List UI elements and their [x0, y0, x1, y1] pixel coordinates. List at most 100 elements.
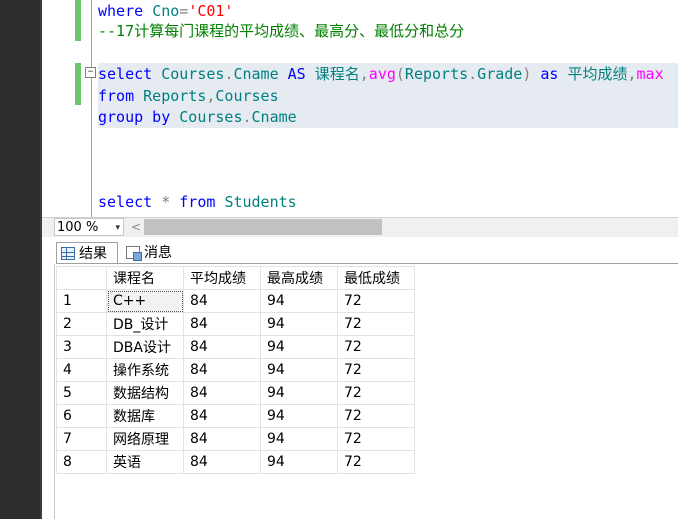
- code-token: 'C01': [188, 2, 234, 20]
- table-cell[interactable]: 94: [260, 358, 338, 382]
- code-line[interactable]: group by Courses.Cname: [98, 106, 678, 128]
- table-cell[interactable]: 72: [337, 450, 415, 474]
- table-row[interactable]: 4 操作系统 84 94 72: [56, 358, 415, 382]
- column-header[interactable]: 最高成绩: [260, 266, 338, 290]
- column-header[interactable]: 平均成绩: [183, 266, 261, 290]
- table-row[interactable]: 6 数据库 84 94 72: [56, 404, 415, 428]
- table-cell[interactable]: 72: [337, 335, 415, 359]
- code-token: Courses: [179, 108, 243, 126]
- scroll-left-icon[interactable]: <: [130, 219, 142, 235]
- table-row[interactable]: 1 C++ 84 94 72: [56, 289, 415, 313]
- row-number-cell[interactable]: 5: [56, 381, 107, 405]
- table-row[interactable]: 8 英语 84 94 72: [56, 450, 415, 474]
- table-cell[interactable]: 94: [260, 335, 338, 359]
- code-token: where: [98, 2, 153, 20]
- code-line[interactable]: select * from Students: [98, 191, 297, 213]
- table-cell[interactable]: 84: [183, 312, 261, 336]
- change-indicator-bar: [75, 63, 81, 105]
- table-cell[interactable]: 94: [260, 381, 338, 405]
- table-cell[interactable]: 84: [183, 335, 261, 359]
- code-token: ,: [359, 65, 369, 83]
- code-token: Cname: [233, 65, 288, 83]
- zoom-value: 100 %: [57, 220, 99, 235]
- table-row[interactable]: 5 数据结构 84 94 72: [56, 381, 415, 405]
- table-cell[interactable]: 84: [183, 427, 261, 451]
- row-number-cell[interactable]: 8: [56, 450, 107, 474]
- code-token: .: [468, 65, 478, 83]
- code-token: select: [98, 65, 162, 83]
- row-number-cell[interactable]: 3: [56, 335, 107, 359]
- table-cell[interactable]: 94: [260, 427, 338, 451]
- code-token: Courses: [215, 87, 288, 105]
- table-row[interactable]: 3 DBA设计 84 94 72: [56, 335, 415, 359]
- table-cell[interactable]: 72: [337, 289, 415, 313]
- column-header[interactable]: 课程名: [106, 266, 184, 290]
- grid-icon: [61, 247, 75, 260]
- table-cell[interactable]: 英语: [106, 450, 184, 474]
- table-cell[interactable]: DBA设计: [106, 335, 184, 359]
- table-cell[interactable]: DB_设计: [106, 312, 184, 336]
- results-grid[interactable]: 课程名 平均成绩 最高成绩 最低成绩 1 C++ 84 94 72 2 DB_设计 84 94 7…: [56, 266, 415, 474]
- column-header[interactable]: 最低成绩: [337, 266, 415, 290]
- code-token: as: [540, 65, 568, 83]
- table-cell[interactable]: 84: [183, 289, 261, 313]
- change-indicator-bar: [75, 0, 81, 41]
- table-row[interactable]: 2 DB_设计 84 94 72: [56, 312, 415, 336]
- code-token: 课程名: [314, 65, 360, 83]
- code-line[interactable]: where Cno='C01': [98, 0, 233, 22]
- table-cell[interactable]: 84: [183, 381, 261, 405]
- code-line[interactable]: select Courses.Cname AS 课程名,avg(Reports.…: [98, 63, 678, 85]
- table-cell[interactable]: 72: [337, 312, 415, 336]
- row-number-cell[interactable]: 4: [56, 358, 107, 382]
- table-cell[interactable]: 72: [337, 427, 415, 451]
- left-dark-panel: [0, 0, 40, 519]
- zoom-dropdown[interactable]: 100 % ▾: [54, 218, 124, 236]
- row-number-cell[interactable]: 6: [56, 404, 107, 428]
- code-token: --17计算每门课程的平均成绩、最高分、最低分和总分: [98, 22, 465, 40]
- code-token: max: [636, 65, 664, 83]
- tab-messages[interactable]: 消息: [122, 242, 184, 264]
- code-token: Reports: [404, 65, 469, 83]
- table-cell[interactable]: 84: [183, 358, 261, 382]
- code-token: AS: [287, 65, 315, 83]
- table-cell[interactable]: 72: [337, 404, 415, 428]
- table-cell[interactable]: 94: [260, 404, 338, 428]
- code-token: ,: [627, 65, 637, 83]
- table-cell[interactable]: 数据结构: [106, 381, 184, 405]
- editor-gutter: [42, 0, 75, 217]
- code-token: (: [395, 65, 405, 83]
- window-left-strip: [0, 0, 42, 519]
- table-cell[interactable]: 84: [183, 404, 261, 428]
- code-token: avg: [368, 65, 396, 83]
- table-cell[interactable]: 94: [260, 312, 338, 336]
- code-token: Grade: [477, 65, 523, 83]
- collapse-toggle-icon[interactable]: −: [85, 67, 96, 78]
- table-cell[interactable]: 数据库: [106, 404, 184, 428]
- code-line[interactable]: from Reports,Courses: [98, 85, 678, 107]
- code-line[interactable]: --17计算每门课程的平均成绩、最高分、最低分和总分: [98, 20, 464, 42]
- table-cell[interactable]: 94: [260, 289, 338, 313]
- table-cell[interactable]: 72: [337, 381, 415, 405]
- code-token: Students: [224, 193, 297, 211]
- row-number-header: [56, 266, 107, 290]
- chevron-down-icon: ▾: [115, 223, 120, 233]
- row-number-cell[interactable]: 7: [56, 427, 107, 451]
- row-number-cell[interactable]: 1: [56, 289, 107, 313]
- tabs-divider: [56, 263, 678, 264]
- tab-results[interactable]: 结果: [56, 242, 118, 264]
- code-token: =: [179, 2, 189, 20]
- table-cell[interactable]: 72: [337, 358, 415, 382]
- row-number-cell[interactable]: 2: [56, 312, 107, 336]
- table-cell[interactable]: 操作系统: [106, 358, 184, 382]
- table-cell[interactable]: 94: [260, 450, 338, 474]
- code-token: select: [98, 193, 162, 211]
- table-cell[interactable]: 84: [183, 450, 261, 474]
- table-row[interactable]: 7 网络原理 84 94 72: [56, 427, 415, 451]
- tab-messages-label: 消息: [144, 245, 172, 261]
- code-token: Courses: [161, 65, 225, 83]
- tab-results-label: 结果: [79, 246, 107, 262]
- message-icon: [126, 246, 142, 261]
- table-cell[interactable]: 网络原理: [106, 427, 184, 451]
- table-cell[interactable]: C++: [106, 289, 184, 313]
- horizontal-scrollbar-thumb[interactable]: [144, 219, 382, 235]
